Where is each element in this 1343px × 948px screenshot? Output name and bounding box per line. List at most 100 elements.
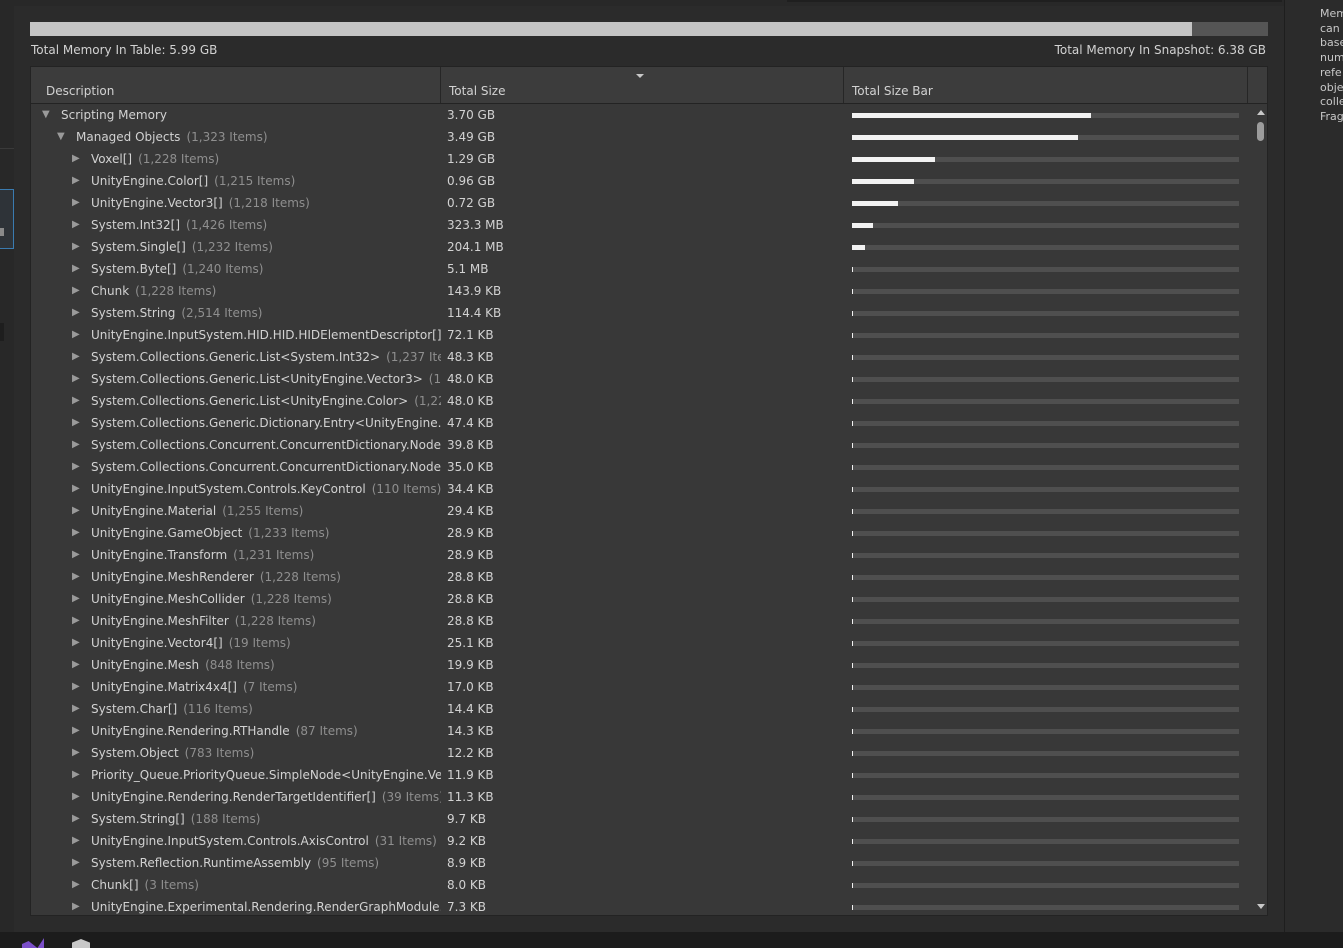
vertical-scrollbar[interactable] — [1254, 104, 1267, 915]
expand-arrow-right-icon[interactable]: ▶ — [72, 219, 80, 231]
expand-arrow-right-icon[interactable]: ▶ — [72, 835, 80, 847]
expand-arrow-right-icon[interactable]: ▶ — [72, 659, 80, 671]
expand-arrow-right-icon[interactable]: ▶ — [72, 175, 80, 187]
expand-arrow-right-icon[interactable]: ▶ — [72, 395, 80, 407]
table-row[interactable]: ▶ System.Object (783 Items) 12.2 KB — [31, 742, 1253, 764]
column-header-total-size[interactable]: Total Size — [441, 67, 844, 103]
expand-arrow-right-icon[interactable]: ▶ — [72, 307, 80, 319]
details-text-line: Frag — [1320, 109, 1343, 123]
expand-arrow-right-icon[interactable]: ▶ — [72, 351, 80, 363]
expand-arrow-right-icon[interactable]: ▶ — [72, 461, 80, 473]
expand-arrow-right-icon[interactable]: ▶ — [72, 769, 80, 781]
table-row[interactable]: ▼ Managed Objects (1,323 Items) 3.49 GB — [31, 126, 1253, 148]
table-row[interactable]: ▶ UnityEngine.Rendering.RenderTargetIdent… — [31, 786, 1253, 808]
expand-arrow-right-icon[interactable]: ▶ — [72, 197, 80, 209]
size-bar — [852, 465, 1239, 470]
table-row[interactable]: ▶ System.Collections.Generic.Dictionary.E… — [31, 412, 1253, 434]
table-row[interactable]: ▶ UnityEngine.MeshCollider (1,228 Items) 28… — [31, 588, 1253, 610]
item-count: (1,228 Items) — [259, 570, 341, 584]
expand-arrow-right-icon[interactable]: ▶ — [72, 263, 80, 275]
scroll-down-arrow-icon[interactable] — [1257, 904, 1265, 909]
table-row[interactable]: ▶ UnityEngine.Experimental.Rendering.Rend… — [31, 896, 1253, 915]
table-row[interactable]: ▶ System.String[] (188 Items) 9.7 KB — [31, 808, 1253, 830]
expand-arrow-right-icon[interactable]: ▶ — [72, 373, 80, 385]
details-text-line: colle — [1320, 95, 1343, 109]
table-row[interactable]: ▶ UnityEngine.Color[] (1,215 Items) 0.96 GB — [31, 170, 1253, 192]
item-count: (1,237 Items) — [386, 350, 441, 364]
expand-arrow-right-icon[interactable]: ▶ — [72, 549, 80, 561]
table-row[interactable]: ▶ System.Reflection.RuntimeAssembly (95 It… — [31, 852, 1253, 874]
table-row[interactable]: ▶ UnityEngine.Rendering.RTHandle (87 Items… — [31, 720, 1253, 742]
table-row[interactable]: ▶ UnityEngine.GameObject (1,233 Items) 28.9… — [31, 522, 1253, 544]
table-row[interactable]: ▼ Scripting Memory 3.70 GB — [31, 104, 1253, 126]
expand-arrow-right-icon[interactable]: ▶ — [72, 527, 80, 539]
table-row[interactable]: ▶ UnityEngine.Material (1,255 Items) 29.4 K… — [31, 500, 1253, 522]
expand-arrow-right-icon[interactable]: ▶ — [72, 725, 80, 737]
expand-arrow-right-icon[interactable]: ▶ — [72, 329, 80, 341]
description-cell: ▶ UnityEngine.Matrix4x4[] (7 Items) — [31, 676, 441, 698]
column-header-total-size-bar[interactable]: Total Size Bar — [844, 67, 1248, 103]
expand-arrow-right-icon[interactable]: ▶ — [72, 857, 80, 869]
table-row[interactable]: ▶ Chunk (1,228 Items) 143.9 KB — [31, 280, 1253, 302]
item-name: System.Collections.Generic.List<UnityEng… — [91, 394, 441, 408]
table-row[interactable]: ▶ System.Collections.Generic.List<UnityEn… — [31, 368, 1253, 390]
expand-arrow-right-icon[interactable]: ▶ — [72, 879, 80, 891]
expand-arrow-down-icon[interactable]: ▼ — [57, 131, 65, 143]
scroll-thumb[interactable] — [1257, 122, 1264, 141]
table-row[interactable]: ▶ System.Collections.Concurrent.Concurren… — [31, 456, 1253, 478]
expand-arrow-right-icon[interactable]: ▶ — [72, 571, 80, 583]
table-row[interactable]: ▶ UnityEngine.Transform (1,231 Items) 28.9 … — [31, 544, 1253, 566]
table-row[interactable]: ▶ UnityEngine.Vector4[] (19 Items) 25.1 KB — [31, 632, 1253, 654]
column-header-description[interactable]: Description — [31, 67, 441, 103]
table-row[interactable]: ▶ UnityEngine.InputSystem.HID.HID.HIDElem… — [31, 324, 1253, 346]
expand-arrow-right-icon[interactable]: ▶ — [72, 285, 80, 297]
table-row[interactable]: ▶ System.Single[] (1,232 Items) 204.1 MB — [31, 236, 1253, 258]
expand-arrow-right-icon[interactable]: ▶ — [72, 791, 80, 803]
table-row[interactable]: ▶ System.String (2,514 Items) 114.4 KB — [31, 302, 1253, 324]
expand-arrow-right-icon[interactable]: ▶ — [72, 153, 80, 165]
table-row[interactable]: ▶ UnityEngine.MeshRenderer (1,228 Items) 28… — [31, 566, 1253, 588]
expand-arrow-right-icon[interactable]: ▶ — [72, 813, 80, 825]
table-row[interactable]: ▶ UnityEngine.MeshFilter (1,228 Items) 28.8… — [31, 610, 1253, 632]
table-row[interactable]: ▶ System.Char[] (116 Items) 14.4 KB — [31, 698, 1253, 720]
expand-arrow-right-icon[interactable]: ▶ — [72, 901, 80, 913]
expand-arrow-right-icon[interactable]: ▶ — [72, 681, 80, 693]
item-name: System.Collections.Concurrent.Concurrent… — [91, 460, 441, 474]
table-row[interactable]: ▶ UnityEngine.Vector3[] (1,218 Items) 0.72 … — [31, 192, 1253, 214]
item-name: UnityEngine.InputSystem.HID.HID.HIDEleme… — [91, 328, 441, 342]
table-row[interactable]: ▶ UnityEngine.Matrix4x4[] (7 Items) 17.0 KB — [31, 676, 1253, 698]
left-dock-strip — [0, 0, 15, 932]
left-selected-item[interactable] — [0, 189, 14, 249]
table-row[interactable]: ▶ UnityEngine.InputSystem.Controls.AxisCo… — [31, 830, 1253, 852]
table-row[interactable]: ▶ System.Byte[] (1,240 Items) 5.1 MB — [31, 258, 1253, 280]
table-row[interactable]: ▶ System.Collections.Concurrent.Concurren… — [31, 434, 1253, 456]
expand-arrow-right-icon[interactable]: ▶ — [72, 241, 80, 253]
expand-arrow-right-icon[interactable]: ▶ — [72, 703, 80, 715]
sort-descending-icon[interactable] — [636, 74, 644, 78]
total-size-cell: 19.9 KB — [447, 658, 494, 672]
expand-arrow-down-icon[interactable]: ▼ — [42, 109, 50, 121]
expand-arrow-right-icon[interactable]: ▶ — [72, 615, 80, 627]
table-row[interactable]: ▶ System.Collections.Generic.List<System.… — [31, 346, 1253, 368]
expand-arrow-right-icon[interactable]: ▶ — [72, 593, 80, 605]
total-size-cell: 14.4 KB — [447, 702, 494, 716]
expand-arrow-right-icon[interactable]: ▶ — [72, 417, 80, 429]
expand-arrow-right-icon[interactable]: ▶ — [72, 439, 80, 451]
table-row[interactable]: ▶ Voxel[] (1,228 Items) 1.29 GB — [31, 148, 1253, 170]
expand-arrow-right-icon[interactable]: ▶ — [72, 747, 80, 759]
table-row[interactable]: ▶ System.Int32[] (1,426 Items) 323.3 MB — [31, 214, 1253, 236]
expand-arrow-right-icon[interactable]: ▶ — [72, 637, 80, 649]
size-bar — [852, 663, 1239, 668]
expand-arrow-right-icon[interactable]: ▶ — [72, 505, 80, 517]
table-row[interactable]: ▶ System.Collections.Generic.List<UnityEn… — [31, 390, 1253, 412]
table-row[interactable]: ▶ Priority_Queue.PriorityQueue.SimpleNode… — [31, 764, 1253, 786]
item-count: (110 Items) — [371, 482, 441, 496]
size-bar-fill — [852, 355, 853, 360]
table-row[interactable]: ▶ Chunk[] (3 Items) 8.0 KB — [31, 874, 1253, 896]
table-row[interactable]: ▶ UnityEngine.Mesh (848 Items) 19.9 KB — [31, 654, 1253, 676]
scroll-up-arrow-icon[interactable] — [1257, 110, 1265, 115]
expand-arrow-right-icon[interactable]: ▶ — [72, 483, 80, 495]
table-row[interactable]: ▶ UnityEngine.InputSystem.Controls.KeyCon… — [31, 478, 1253, 500]
search-field[interactable] — [787, 0, 1282, 2]
item-name: System.Collections.Generic.List<UnityEng… — [91, 372, 441, 386]
